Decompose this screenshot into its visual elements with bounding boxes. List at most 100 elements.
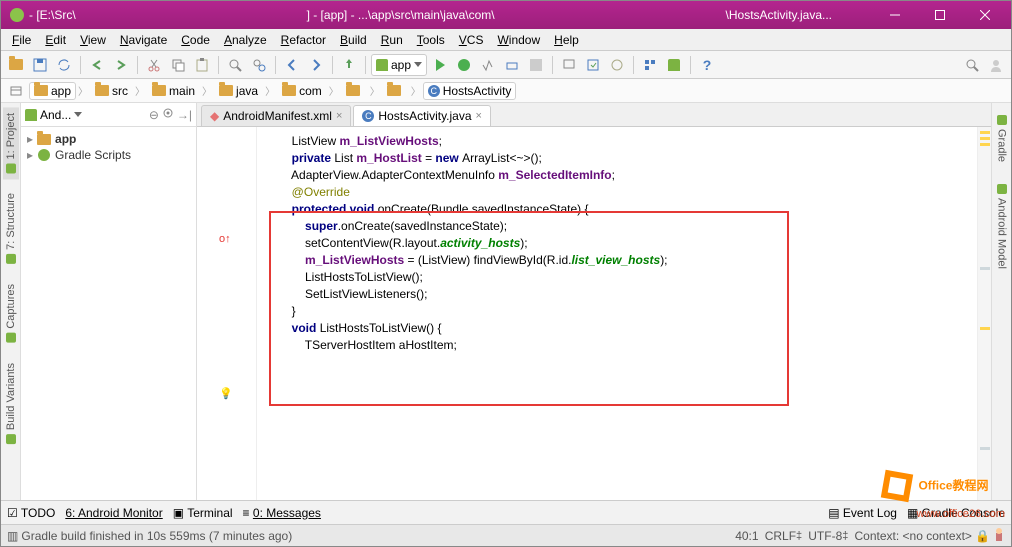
save-button[interactable] [29, 54, 51, 76]
gear-icon[interactable] [162, 107, 174, 122]
replace-button[interactable] [248, 54, 270, 76]
context[interactable]: Context: <no context> [855, 529, 972, 543]
main-toolbar: app ? [1, 51, 1011, 79]
profile-button[interactable] [477, 54, 499, 76]
code-editor[interactable]: o↑ 💡 ListView m_ListViewHosts; private L… [197, 127, 991, 500]
minimize-button[interactable] [872, 1, 917, 29]
structure-button[interactable] [639, 54, 661, 76]
tool-window----project[interactable]: 1: Project [3, 107, 19, 179]
hide-icon[interactable]: →| [177, 108, 192, 122]
editor-tab[interactable]: ◆AndroidManifest.xml× [201, 105, 351, 126]
tool-window----structure[interactable]: 7: Structure [3, 187, 19, 270]
project-tree[interactable]: ▸app ▸Gradle Scripts [21, 127, 196, 167]
attach-button[interactable] [501, 54, 523, 76]
sync-button[interactable] [53, 54, 75, 76]
menu-refactor[interactable]: Refactor [274, 31, 333, 49]
breadcrumb-item[interactable]: com [277, 82, 327, 100]
nav-home-button[interactable] [5, 80, 27, 102]
tree-node-app[interactable]: ▸app [27, 131, 190, 147]
tool-window-captures[interactable]: Captures [3, 278, 19, 349]
menubar: FileEditViewNavigateCodeAnalyzeRefactorB… [1, 29, 1011, 51]
menu-code[interactable]: Code [174, 31, 217, 49]
caret-down-icon[interactable] [74, 112, 82, 117]
close-tab-icon[interactable]: × [336, 110, 342, 122]
menu-build[interactable]: Build [333, 31, 374, 49]
menu-vcs[interactable]: VCS [452, 31, 491, 49]
override-gutter-icon[interactable]: o↑ [219, 233, 231, 245]
make-button[interactable] [338, 54, 360, 76]
copy-button[interactable] [167, 54, 189, 76]
open-button[interactable] [5, 54, 27, 76]
right-tool-strip: Gradle Android Model [991, 103, 1011, 500]
maximize-button[interactable] [917, 1, 962, 29]
user-icon[interactable] [985, 54, 1007, 76]
menu-navigate[interactable]: Navigate [113, 31, 174, 49]
close-button[interactable] [962, 1, 1007, 29]
breadcrumb-item[interactable] [341, 83, 368, 98]
editor-area: ◆AndroidManifest.xml×CHostsActivity.java… [197, 103, 991, 500]
line-separator[interactable]: CRLF [765, 529, 796, 543]
gutter[interactable]: o↑ 💡 [215, 127, 257, 500]
project-view-label[interactable]: And... [40, 108, 71, 122]
breadcrumb-separator: 〉 [135, 83, 145, 98]
error-stripe[interactable] [977, 127, 991, 500]
redo-button[interactable] [110, 54, 132, 76]
breadcrumb-item[interactable]: main [147, 82, 200, 100]
sdk-button[interactable] [582, 54, 604, 76]
menu-file[interactable]: File [5, 31, 38, 49]
menu-window[interactable]: Window [490, 31, 547, 49]
breadcrumb-item[interactable]: java [214, 82, 263, 100]
help-button[interactable]: ? [696, 54, 718, 76]
run-button[interactable] [429, 54, 451, 76]
menu-run[interactable]: Run [374, 31, 410, 49]
encoding[interactable]: UTF-8 [808, 529, 842, 543]
debug-button[interactable] [453, 54, 475, 76]
stop-button[interactable] [525, 54, 547, 76]
menu-analyze[interactable]: Analyze [217, 31, 274, 49]
find-button[interactable] [224, 54, 246, 76]
cut-button[interactable] [143, 54, 165, 76]
run-config-selector[interactable]: app [371, 54, 427, 76]
project-panel: And... ⊖ →| ▸app ▸Gradle Scripts [21, 103, 197, 500]
tool-window-gradle[interactable]: Gradle [994, 109, 1010, 168]
sync-gradle-button[interactable] [606, 54, 628, 76]
back-button[interactable] [281, 54, 303, 76]
layout-button[interactable] [663, 54, 685, 76]
status-message: Gradle build finished in 10s 559ms (7 mi… [21, 529, 292, 543]
event-log-button[interactable]: ▤ Event Log [828, 506, 897, 520]
lock-icon[interactable]: 🔒 [975, 529, 990, 543]
breadcrumb-separator: 〉 [411, 83, 421, 98]
menu-help[interactable]: Help [547, 31, 586, 49]
breadcrumb-item[interactable]: src [90, 82, 133, 100]
avd-button[interactable] [558, 54, 580, 76]
breadcrumb-item[interactable] [382, 83, 409, 98]
gradle-console-button[interactable]: ▦ Gradle Console [907, 506, 1005, 520]
close-tab-icon[interactable]: × [476, 110, 482, 122]
messages-button[interactable]: ≡ 0: Messages [243, 506, 321, 520]
breadcrumb-separator: 〉 [265, 83, 275, 98]
menu-view[interactable]: View [73, 31, 113, 49]
search-everywhere-button[interactable] [961, 54, 983, 76]
paste-button[interactable] [191, 54, 213, 76]
cursor-position[interactable]: 40:1 [735, 529, 758, 543]
tool-window-build-variants[interactable]: Build Variants [3, 357, 19, 450]
breadcrumb-separator: 〉 [370, 83, 380, 98]
tree-node-gradle-scripts[interactable]: ▸Gradle Scripts [27, 147, 190, 163]
menu-tools[interactable]: Tools [410, 31, 452, 49]
status-icon[interactable]: ▥ [7, 529, 18, 543]
tool-window-android-model[interactable]: Android Model [994, 178, 1010, 275]
collapse-icon[interactable]: ⊖ [149, 108, 159, 122]
editor-tabs: ◆AndroidManifest.xml×CHostsActivity.java… [197, 103, 991, 127]
editor-tab[interactable]: CHostsActivity.java× [353, 105, 491, 126]
todo-tool-button[interactable]: ☑ TODO [7, 506, 55, 520]
android-monitor-button[interactable]: 6: Android Monitor [65, 506, 162, 520]
forward-button[interactable] [305, 54, 327, 76]
breadcrumb-item[interactable]: app [29, 82, 76, 100]
hint-bulb-icon[interactable]: 💡 [219, 387, 233, 400]
breadcrumb-item[interactable]: CHostsActivity [423, 82, 517, 100]
hector-icon[interactable] [993, 527, 1005, 544]
terminal-button[interactable]: ▣ Terminal [173, 506, 233, 520]
title-seg1: - [E:\Src\ [29, 8, 76, 22]
undo-button[interactable] [86, 54, 108, 76]
menu-edit[interactable]: Edit [38, 31, 73, 49]
